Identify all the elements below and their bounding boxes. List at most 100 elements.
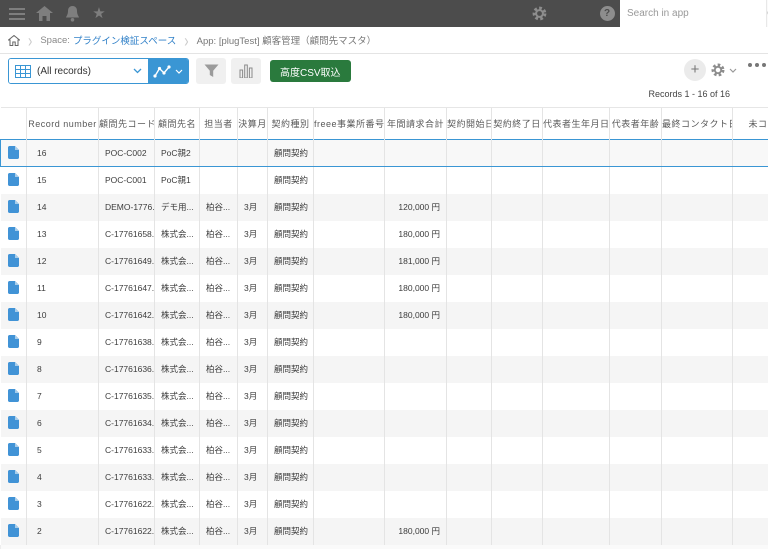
- column-header[interactable]: 顧問先コード: [98, 107, 155, 140]
- record-file-icon: [7, 334, 19, 348]
- table-row[interactable]: 15 POC-C001 PoC親1 顧問契約: [0, 166, 768, 194]
- open-record-link[interactable]: [2, 145, 27, 159]
- home-icon[interactable]: [33, 0, 55, 27]
- column-header[interactable]: 契約終了日: [491, 107, 543, 140]
- record-icon-cell: [0, 193, 27, 221]
- gear-icon: [711, 63, 725, 77]
- notifications-bell-icon[interactable]: [61, 0, 83, 27]
- table-row[interactable]: 4 C-17761633... 株式会... 柏谷... 3月 顧問契約: [0, 463, 768, 491]
- column-header[interactable]: 代表者生年月日: [542, 107, 610, 140]
- bar-chart-icon: [239, 64, 253, 78]
- help-icon[interactable]: ?: [596, 0, 618, 27]
- table-row[interactable]: 14 DEMO-1776... デモ用... 柏谷... 3月 顧問契約 120,000 円: [0, 193, 768, 221]
- cell: 顧問契約: [267, 166, 314, 194]
- table-row[interactable]: 8 C-17761636... 株式会... 柏谷... 3月 顧問契約: [0, 355, 768, 383]
- breadcrumb-home-icon[interactable]: [8, 34, 20, 46]
- hamburger-menu-icon[interactable]: [6, 0, 28, 27]
- open-record-link[interactable]: [1, 199, 27, 213]
- cell: [661, 328, 733, 356]
- cell: [491, 409, 543, 437]
- table-row[interactable]: 12 C-17761649... 株式会... 柏谷... 3月 顧問契約 181,000 …: [0, 247, 768, 275]
- add-record-button[interactable]: +: [684, 59, 706, 81]
- cell: C-17761634...: [98, 409, 155, 437]
- open-record-link[interactable]: [1, 307, 27, 321]
- cell: [542, 274, 610, 302]
- cell: [384, 355, 447, 383]
- cell: [491, 463, 543, 491]
- table-row[interactable]: 6 C-17761634... 株式会... 柏谷... 3月 顧問契約: [0, 409, 768, 437]
- settings-gear-icon[interactable]: [528, 0, 550, 27]
- table-row[interactable]: 3 C-17761622... 株式会... 柏谷... 3月 顧問契約: [0, 490, 768, 518]
- open-record-link[interactable]: [1, 226, 27, 240]
- column-header[interactable]: Record number: [26, 107, 99, 140]
- table-view-icon: [15, 64, 31, 78]
- cell: [542, 517, 610, 545]
- favorites-star-icon[interactable]: ★: [88, 0, 110, 27]
- graph-view-dropdown[interactable]: [148, 59, 188, 83]
- open-record-link[interactable]: [1, 523, 27, 537]
- column-header[interactable]: 契約種別: [267, 107, 314, 140]
- column-header[interactable]: freee事業所番号: [313, 107, 385, 140]
- cell: 8: [26, 355, 99, 383]
- cell: [384, 436, 447, 464]
- open-record-link[interactable]: [1, 496, 27, 510]
- table-row[interactable]: 5 C-17761633... 株式会... 柏谷... 3月 顧問契約: [0, 436, 768, 464]
- column-header[interactable]: 最終コンタクト日: [661, 107, 733, 140]
- column-header[interactable]: 担当者: [199, 107, 238, 140]
- open-record-link[interactable]: [1, 280, 27, 294]
- cell: [732, 139, 768, 167]
- cell: 柏谷...: [199, 463, 238, 491]
- cell: 3月: [237, 463, 268, 491]
- more-options-icon[interactable]: [748, 63, 766, 67]
- open-record-link[interactable]: [1, 388, 27, 402]
- table-row[interactable]: 2 C-17761622... 株式会... 柏谷... 3月 顧問契約 180,000 円: [0, 517, 768, 545]
- column-header[interactable]: 決算月: [237, 107, 268, 140]
- table-row[interactable]: 11 C-17761647... 株式会... 柏谷... 3月 顧問契約 180,000 …: [0, 274, 768, 302]
- open-record-link[interactable]: [1, 334, 27, 348]
- table-row[interactable]: 10 C-17761642... 株式会... 柏谷... 3月 顧問契約 180,000 …: [0, 301, 768, 329]
- record-icon-cell: [0, 355, 27, 383]
- table-row[interactable]: 16 POC-C002 PoC親2 顧問契約: [0, 139, 768, 167]
- table-row[interactable]: 13 C-17761658... 株式会... 柏谷... 3月 顧問契約 180,000 …: [0, 220, 768, 248]
- cell: [384, 166, 447, 194]
- cell: [542, 463, 610, 491]
- chart-button[interactable]: [231, 58, 261, 84]
- cell: 柏谷...: [199, 490, 238, 518]
- cell: [609, 166, 662, 194]
- cell: [491, 382, 543, 410]
- kintone-app-window: ★ ? › Space: プラグイン検証スペース › App: [plugTes…: [0, 0, 768, 549]
- open-record-link[interactable]: [1, 253, 27, 267]
- cell: [199, 166, 238, 194]
- view-select-dropdown[interactable]: (All records): [9, 59, 148, 83]
- breadcrumb-space-link[interactable]: プラグイン検証スペース: [73, 33, 176, 47]
- open-record-link[interactable]: [1, 442, 27, 456]
- cell: [661, 463, 733, 491]
- cell: [491, 490, 543, 518]
- column-header[interactable]: 顧問先名: [154, 107, 200, 140]
- cell: [491, 247, 543, 275]
- column-header[interactable]: 契約開始日: [446, 107, 492, 140]
- cell: 柏谷...: [199, 355, 238, 383]
- column-header[interactable]: 未コン: [732, 107, 768, 140]
- table-row[interactable]: 9 C-17761638... 株式会... 柏谷... 3月 顧問契約: [0, 328, 768, 356]
- app-settings-button[interactable]: [710, 62, 737, 78]
- cell: [313, 139, 385, 167]
- column-header[interactable]: 代表者年齢: [609, 107, 662, 140]
- cell: 14: [26, 193, 99, 221]
- cell: [661, 301, 733, 329]
- cell: C-17761622...: [98, 517, 155, 545]
- advanced-csv-import-button[interactable]: 高度CSV取込: [270, 60, 351, 82]
- record-icon-cell: [0, 220, 27, 248]
- open-record-link[interactable]: [1, 415, 27, 429]
- search-input[interactable]: [620, 0, 766, 27]
- column-header[interactable]: 年間請求合計: [384, 107, 447, 140]
- table-row[interactable]: 7 C-17761635... 株式会... 柏谷... 3月 顧問契約: [0, 382, 768, 410]
- open-record-link[interactable]: [1, 361, 27, 375]
- cell: [237, 139, 268, 167]
- open-record-link[interactable]: [1, 172, 27, 186]
- open-record-link[interactable]: [1, 469, 27, 483]
- record-icon-cell: [0, 328, 27, 356]
- cell: 柏谷...: [199, 220, 238, 248]
- filter-button[interactable]: [196, 58, 226, 84]
- cell: [313, 436, 385, 464]
